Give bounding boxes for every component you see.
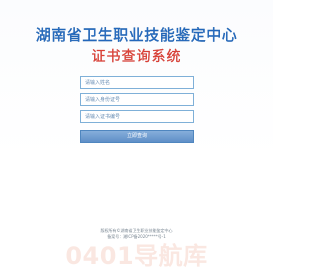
id-number-input[interactable] — [80, 93, 194, 106]
page-title: 湖南省卫生职业技能鉴定中心 — [35, 28, 238, 44]
query-form: 立即查询 — [80, 76, 194, 143]
query-button[interactable]: 立即查询 — [80, 130, 194, 143]
page-subtitle: 证书查询系统 — [91, 50, 182, 65]
icp-record-text: 备案号：湘ICP备2020*****号-1 — [107, 234, 166, 239]
name-input[interactable] — [80, 76, 194, 89]
copyright-text: 版权所有©湖南省卫生职业技能鉴定中心 — [100, 228, 173, 233]
watermark-logo: 0401导航库 — [65, 242, 208, 270]
certificate-number-input[interactable] — [80, 110, 194, 123]
